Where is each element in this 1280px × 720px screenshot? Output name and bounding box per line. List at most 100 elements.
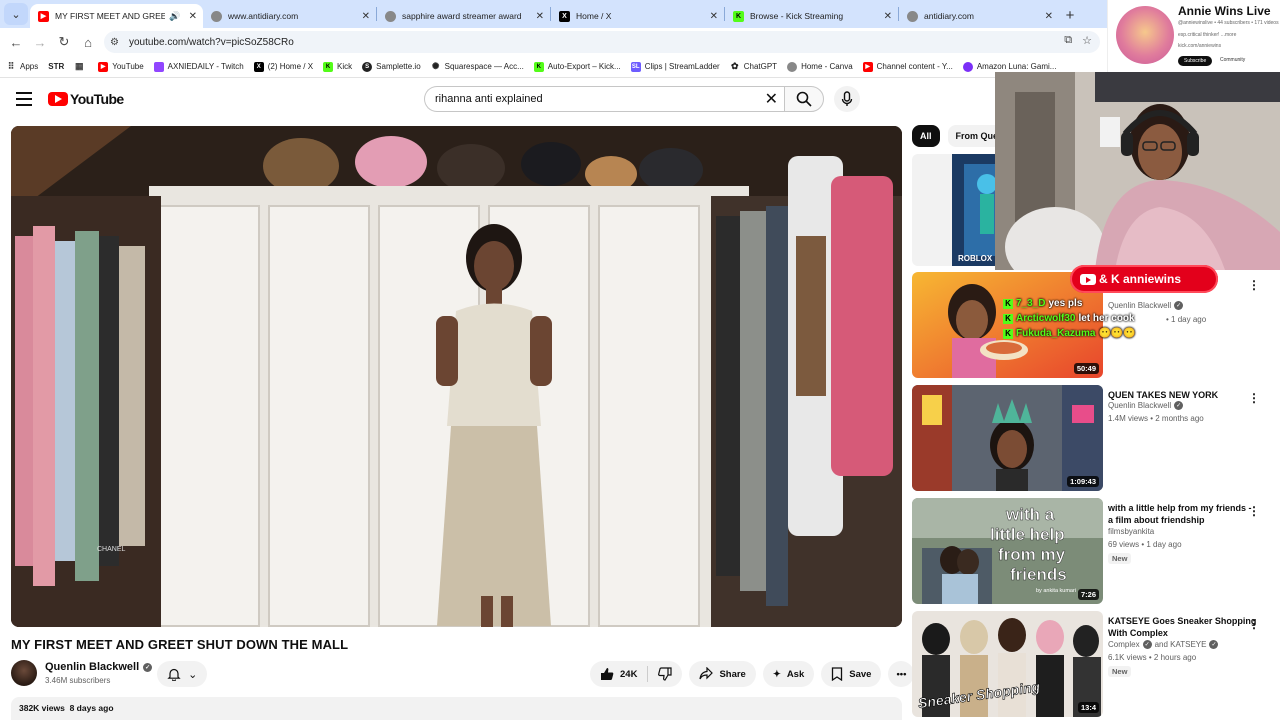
channel-name[interactable]: Quenlin Blackwell ✓: [45, 661, 153, 673]
chevron-down-icon: ⌄: [188, 668, 198, 681]
search-button[interactable]: [784, 86, 824, 112]
new-tab-button[interactable]: +: [1059, 4, 1081, 26]
rec-title[interactable]: with a little help from my friends - a f…: [1108, 502, 1258, 526]
rec-channel[interactable]: filmsbyankita: [1108, 527, 1154, 536]
bookmark-samplette[interactable]: S Samplette.io: [362, 61, 421, 72]
video-thumbnail[interactable]: with a little help from my friends by an…: [912, 498, 1103, 604]
reload-button[interactable]: ↻: [52, 30, 76, 54]
close-tab-icon[interactable]: ✕: [536, 11, 544, 22]
like-button[interactable]: 24K: [590, 661, 647, 687]
tab-strip: ⌄ ▶ MY FIRST MEET AND GREET SH 🔊 ✕ www.a…: [0, 0, 1280, 28]
video-player[interactable]: CHANEL: [11, 126, 902, 627]
duration-badge: 13:4: [1077, 702, 1099, 713]
more-vert-icon[interactable]: ⋮: [1248, 504, 1260, 518]
chat-message: K Arcticwolf30 let her cook: [1003, 311, 1136, 326]
more-vert-icon[interactable]: ⋮: [1248, 278, 1260, 292]
recommendation-item[interactable]: 1:09:43 QUEN TAKES NEW YORK Quenlin Blac…: [912, 385, 1280, 491]
upload-age: 8 days ago: [69, 703, 114, 713]
close-tab-icon[interactable]: ✕: [1045, 11, 1053, 22]
bookmark-star-icon[interactable]: ☆: [1082, 34, 1092, 47]
recommendation-item[interactable]: Sneaker Shopping 13:4 KATSEYE Goes Sneak…: [912, 611, 1280, 717]
share-button[interactable]: Share: [689, 661, 756, 687]
chat-message: K 7_3_D yes pls: [1003, 296, 1136, 311]
streamer-name: Annie Wins Live: [1178, 4, 1271, 18]
tab-antidiary-www[interactable]: www.antidiary.com ✕: [203, 4, 376, 28]
bookmark-twitch[interactable]: AXNIEDAILY - Twitch: [153, 61, 244, 72]
youtube-logo[interactable]: YouTube: [48, 91, 124, 107]
tab-title: www.antidiary.com: [228, 11, 299, 21]
rec-title[interactable]: QUEN TAKES NEW YORK: [1108, 389, 1258, 401]
verified-icon: ✓: [1209, 640, 1219, 649]
subscriber-count: 3.46M subscribers: [45, 676, 111, 685]
rec-title[interactable]: KATSEYE Goes Sneaker Shopping With Compl…: [1108, 615, 1258, 639]
tab-sapphire-award[interactable]: sapphire award streamer award ✕: [377, 4, 550, 28]
duration-badge: 7:26: [1077, 589, 1099, 600]
clear-search-icon[interactable]: ✕: [765, 89, 778, 109]
bookmark-str[interactable]: STR: [48, 62, 64, 71]
verified-icon: ✓: [1174, 301, 1184, 310]
voice-search-button[interactable]: [834, 86, 860, 112]
bookmark-channel-content[interactable]: ▶ Channel content - Y...: [862, 61, 953, 72]
bookmark-grid[interactable]: ▦: [74, 61, 88, 72]
twitch-icon: [153, 61, 164, 72]
rec-channel[interactable]: Quenlin Blackwell ✓: [1108, 401, 1184, 410]
video-thumbnail[interactable]: 1:09:43: [912, 385, 1103, 491]
bookmark-auto-export[interactable]: K Auto-Export – Kick...: [533, 61, 621, 72]
back-button[interactable]: ←: [4, 30, 28, 54]
canva-icon: [787, 61, 798, 72]
tab-x-home[interactable]: X Home / X ✕: [551, 4, 724, 28]
dislike-button[interactable]: [648, 661, 682, 687]
menu-icon[interactable]: [16, 92, 32, 106]
bookmark-amazon-luna[interactable]: Amazon Luna: Gami...: [962, 61, 1056, 72]
search-input[interactable]: rihanna anti explained ✕: [424, 86, 784, 112]
home-button[interactable]: ⌂: [76, 30, 100, 54]
tab-antidiary[interactable]: antidiary.com ✕: [899, 4, 1059, 28]
tab-kick-browse[interactable]: K Browse - Kick Streaming ✕: [725, 4, 898, 28]
more-vert-icon[interactable]: ⋮: [1248, 617, 1260, 631]
tab-youtube-video[interactable]: ▶ MY FIRST MEET AND GREET SH 🔊 ✕: [30, 4, 203, 28]
rec-meta: 1.4M views • 2 months ago: [1108, 414, 1204, 423]
tab-title: MY FIRST MEET AND GREET SH: [55, 11, 166, 21]
rec-channel[interactable]: Complex ✓ and KATSEYE ✓: [1108, 640, 1219, 649]
close-tab-icon[interactable]: ✕: [362, 11, 370, 22]
chatgpt-icon: ✿: [730, 61, 739, 71]
install-app-icon[interactable]: ⧉: [1064, 34, 1072, 47]
chip-all[interactable]: All: [912, 125, 940, 147]
bookmark-apps[interactable]: ⠿ Apps: [6, 61, 39, 72]
webcam-feed: [995, 72, 1280, 270]
new-badge: New: [1108, 553, 1132, 564]
video-thumbnail[interactable]: Sneaker Shopping 13:4: [912, 611, 1103, 717]
bookmark-chatgpt[interactable]: ✿ ChatGPT: [730, 61, 777, 72]
close-tab-icon[interactable]: ✕: [189, 11, 197, 22]
like-count: 24K: [620, 668, 638, 680]
save-button[interactable]: Save: [821, 661, 882, 687]
close-tab-icon[interactable]: ✕: [884, 11, 892, 22]
chat-message: K Fukuda_Kazuma 😶😶😶: [1003, 326, 1136, 341]
stream-channel-card: Annie Wins Live @anniewinslive • 44 subs…: [1107, 0, 1280, 72]
bookmark-streamladder[interactable]: SL Clips | StreamLadder: [630, 61, 720, 72]
description-box[interactable]: 382K views 8 days ago: [11, 697, 902, 720]
more-actions-button[interactable]: •••: [888, 661, 915, 687]
bookmark-kick[interactable]: K Kick: [323, 61, 352, 72]
kick-icon: K: [1003, 313, 1013, 324]
speaker-icon[interactable]: 🔊: [169, 11, 180, 22]
bookmark-canva[interactable]: Home - Canva: [787, 61, 853, 72]
channel-avatar[interactable]: [11, 660, 37, 686]
bookmark-x[interactable]: X (2) Home / X: [253, 61, 313, 72]
close-tab-icon[interactable]: ✕: [710, 11, 718, 22]
tab-search-button[interactable]: ⌄: [4, 3, 28, 25]
more-horizontal-icon: •••: [896, 668, 907, 680]
bookmark-youtube[interactable]: ▶ YouTube: [98, 61, 144, 72]
kick-icon: K: [733, 10, 744, 22]
forward-button[interactable]: →: [28, 30, 52, 54]
site-info-icon[interactable]: ⚙: [110, 37, 119, 48]
bookmark-squarespace[interactable]: ✺ Squarespace — Acc...: [431, 61, 524, 72]
rec-meta: 6.1K views • 2 hours ago: [1108, 653, 1197, 662]
ask-button[interactable]: ✦ Ask: [762, 661, 815, 687]
streamer-handle: @anniewinslive • 44 subscribers • 171 vi…: [1178, 20, 1279, 26]
subscribed-button[interactable]: ⌄: [157, 661, 207, 687]
recommendation-item[interactable]: with a little help from my friends by an…: [912, 498, 1280, 604]
address-bar[interactable]: ⚙ youtube.com/watch?v=picSoZ58CRo ⧉ ☆: [104, 31, 1100, 53]
more-vert-icon[interactable]: ⋮: [1248, 391, 1260, 405]
tab-title: Browse - Kick Streaming: [750, 11, 844, 21]
